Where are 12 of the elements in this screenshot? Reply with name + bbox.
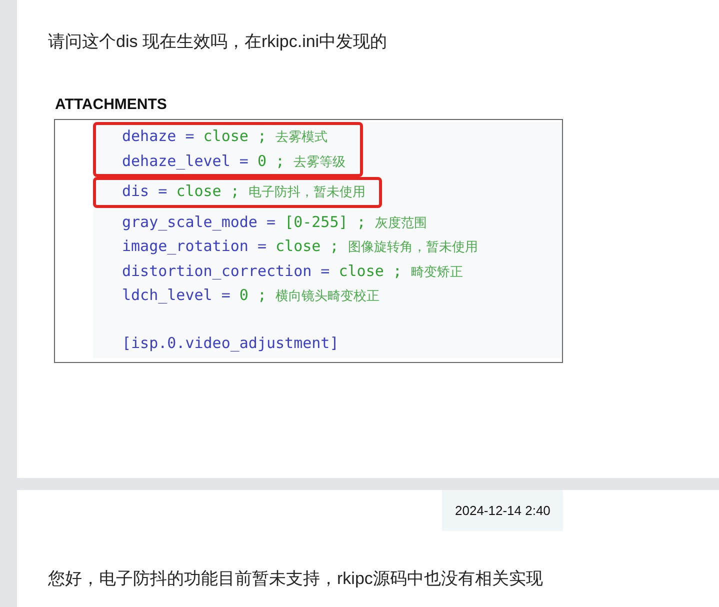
code-line: dehaze = close ; 去雾模式 xyxy=(122,126,328,147)
question-text: 请问这个dis 现在生效吗，在rkipc.ini中发现的 xyxy=(48,31,388,53)
answer-text: 您好，电子防抖的功能目前暂未支持，rkipc源码中也没有相关实现 xyxy=(48,568,543,590)
timestamp: 2024-12-14 2:40 xyxy=(442,490,564,531)
code-line: distortion_correction = close ; 畸变矫正 xyxy=(122,260,463,282)
code-line: ldch_level = 0 ; 横向镜头畸变校正 xyxy=(122,285,380,306)
code-line: image_rotation = close ; 图像旋转角，暂未使用 xyxy=(122,236,478,257)
attachments-heading: ATTACHMENTS xyxy=(55,96,167,113)
code-line: dehaze_level = 0 ; 去雾等级 xyxy=(122,150,346,172)
code-line: gray_scale_mode = [0-255] ; 灰度范围 xyxy=(122,212,427,232)
code-line: [isp.0.video_adjustment] xyxy=(122,332,339,354)
code-line: dis = close ; 电子防抖，暂未使用 xyxy=(122,181,366,202)
